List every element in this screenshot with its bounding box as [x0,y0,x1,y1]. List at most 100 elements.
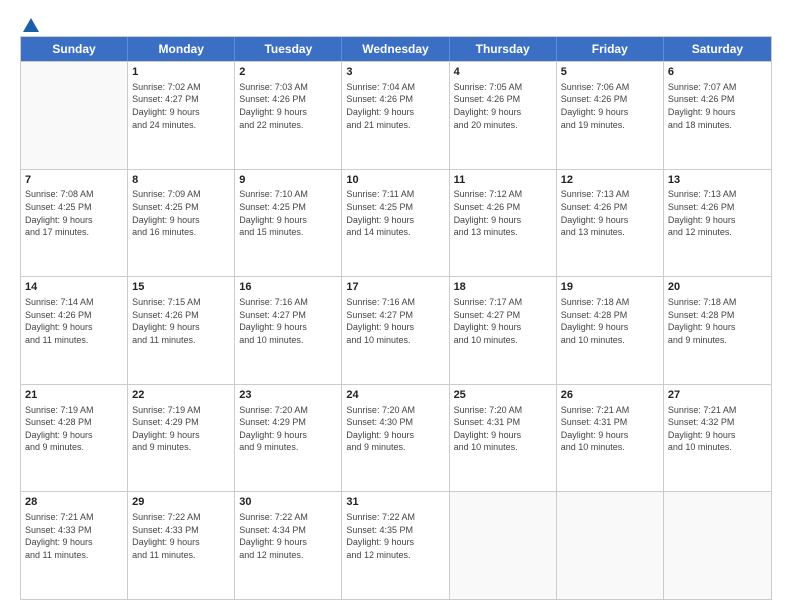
calendar-cell: 25Sunrise: 7:20 AM Sunset: 4:31 PM Dayli… [450,385,557,492]
calendar-cell: 8Sunrise: 7:09 AM Sunset: 4:25 PM Daylig… [128,170,235,277]
calendar-header-cell: Tuesday [235,37,342,61]
calendar-row: 1Sunrise: 7:02 AM Sunset: 4:27 PM Daylig… [21,61,771,169]
cell-info: Sunrise: 7:17 AM Sunset: 4:27 PM Dayligh… [454,296,552,346]
cell-day-number: 16 [239,280,337,295]
calendar-header-cell: Thursday [450,37,557,61]
calendar-header-cell: Friday [557,37,664,61]
calendar-cell: 18Sunrise: 7:17 AM Sunset: 4:27 PM Dayli… [450,277,557,384]
page: SundayMondayTuesdayWednesdayThursdayFrid… [0,0,792,612]
calendar-header: SundayMondayTuesdayWednesdayThursdayFrid… [21,37,771,61]
cell-day-number: 30 [239,495,337,510]
calendar-cell: 1Sunrise: 7:02 AM Sunset: 4:27 PM Daylig… [128,62,235,169]
cell-day-number: 1 [132,65,230,80]
cell-day-number: 5 [561,65,659,80]
calendar-cell: 7Sunrise: 7:08 AM Sunset: 4:25 PM Daylig… [21,170,128,277]
cell-info: Sunrise: 7:12 AM Sunset: 4:26 PM Dayligh… [454,188,552,238]
logo [20,18,40,30]
calendar-row: 21Sunrise: 7:19 AM Sunset: 4:28 PM Dayli… [21,384,771,492]
cell-day-number: 18 [454,280,552,295]
calendar-cell: 4Sunrise: 7:05 AM Sunset: 4:26 PM Daylig… [450,62,557,169]
cell-day-number: 4 [454,65,552,80]
cell-info: Sunrise: 7:20 AM Sunset: 4:29 PM Dayligh… [239,404,337,454]
cell-info: Sunrise: 7:21 AM Sunset: 4:31 PM Dayligh… [561,404,659,454]
cell-day-number: 17 [346,280,444,295]
cell-day-number: 13 [668,173,767,188]
calendar-cell: 27Sunrise: 7:21 AM Sunset: 4:32 PM Dayli… [664,385,771,492]
calendar-cell: 9Sunrise: 7:10 AM Sunset: 4:25 PM Daylig… [235,170,342,277]
cell-info: Sunrise: 7:18 AM Sunset: 4:28 PM Dayligh… [668,296,767,346]
calendar-cell: 2Sunrise: 7:03 AM Sunset: 4:26 PM Daylig… [235,62,342,169]
calendar-cell: 31Sunrise: 7:22 AM Sunset: 4:35 PM Dayli… [342,492,449,599]
cell-info: Sunrise: 7:09 AM Sunset: 4:25 PM Dayligh… [132,188,230,238]
cell-info: Sunrise: 7:21 AM Sunset: 4:33 PM Dayligh… [25,511,123,561]
cell-day-number: 23 [239,388,337,403]
calendar-cell [557,492,664,599]
cell-day-number: 14 [25,280,123,295]
calendar-cell: 14Sunrise: 7:14 AM Sunset: 4:26 PM Dayli… [21,277,128,384]
cell-day-number: 20 [668,280,767,295]
cell-info: Sunrise: 7:15 AM Sunset: 4:26 PM Dayligh… [132,296,230,346]
calendar: SundayMondayTuesdayWednesdayThursdayFrid… [20,36,772,600]
cell-day-number: 3 [346,65,444,80]
cell-info: Sunrise: 7:19 AM Sunset: 4:28 PM Dayligh… [25,404,123,454]
cell-info: Sunrise: 7:16 AM Sunset: 4:27 PM Dayligh… [239,296,337,346]
calendar-cell: 5Sunrise: 7:06 AM Sunset: 4:26 PM Daylig… [557,62,664,169]
logo-icon [22,16,40,34]
cell-day-number: 29 [132,495,230,510]
calendar-cell: 13Sunrise: 7:13 AM Sunset: 4:26 PM Dayli… [664,170,771,277]
calendar-cell [450,492,557,599]
calendar-body: 1Sunrise: 7:02 AM Sunset: 4:27 PM Daylig… [21,61,771,599]
cell-info: Sunrise: 7:20 AM Sunset: 4:30 PM Dayligh… [346,404,444,454]
calendar-row: 7Sunrise: 7:08 AM Sunset: 4:25 PM Daylig… [21,169,771,277]
calendar-row: 14Sunrise: 7:14 AM Sunset: 4:26 PM Dayli… [21,276,771,384]
calendar-cell: 17Sunrise: 7:16 AM Sunset: 4:27 PM Dayli… [342,277,449,384]
cell-day-number: 11 [454,173,552,188]
calendar-header-cell: Saturday [664,37,771,61]
cell-day-number: 24 [346,388,444,403]
cell-info: Sunrise: 7:05 AM Sunset: 4:26 PM Dayligh… [454,81,552,131]
calendar-cell: 3Sunrise: 7:04 AM Sunset: 4:26 PM Daylig… [342,62,449,169]
header [20,18,772,30]
calendar-cell [664,492,771,599]
calendar-header-cell: Monday [128,37,235,61]
cell-info: Sunrise: 7:13 AM Sunset: 4:26 PM Dayligh… [561,188,659,238]
calendar-cell: 16Sunrise: 7:16 AM Sunset: 4:27 PM Dayli… [235,277,342,384]
calendar-cell: 21Sunrise: 7:19 AM Sunset: 4:28 PM Dayli… [21,385,128,492]
calendar-cell: 24Sunrise: 7:20 AM Sunset: 4:30 PM Dayli… [342,385,449,492]
cell-info: Sunrise: 7:08 AM Sunset: 4:25 PM Dayligh… [25,188,123,238]
cell-day-number: 8 [132,173,230,188]
cell-day-number: 27 [668,388,767,403]
cell-info: Sunrise: 7:20 AM Sunset: 4:31 PM Dayligh… [454,404,552,454]
calendar-cell: 22Sunrise: 7:19 AM Sunset: 4:29 PM Dayli… [128,385,235,492]
calendar-header-cell: Sunday [21,37,128,61]
cell-info: Sunrise: 7:18 AM Sunset: 4:28 PM Dayligh… [561,296,659,346]
cell-day-number: 25 [454,388,552,403]
cell-day-number: 19 [561,280,659,295]
calendar-cell: 20Sunrise: 7:18 AM Sunset: 4:28 PM Dayli… [664,277,771,384]
calendar-cell: 12Sunrise: 7:13 AM Sunset: 4:26 PM Dayli… [557,170,664,277]
cell-info: Sunrise: 7:02 AM Sunset: 4:27 PM Dayligh… [132,81,230,131]
cell-day-number: 10 [346,173,444,188]
cell-info: Sunrise: 7:19 AM Sunset: 4:29 PM Dayligh… [132,404,230,454]
cell-info: Sunrise: 7:22 AM Sunset: 4:33 PM Dayligh… [132,511,230,561]
cell-day-number: 2 [239,65,337,80]
cell-info: Sunrise: 7:10 AM Sunset: 4:25 PM Dayligh… [239,188,337,238]
calendar-cell: 28Sunrise: 7:21 AM Sunset: 4:33 PM Dayli… [21,492,128,599]
cell-info: Sunrise: 7:14 AM Sunset: 4:26 PM Dayligh… [25,296,123,346]
calendar-cell: 19Sunrise: 7:18 AM Sunset: 4:28 PM Dayli… [557,277,664,384]
cell-info: Sunrise: 7:04 AM Sunset: 4:26 PM Dayligh… [346,81,444,131]
calendar-cell: 11Sunrise: 7:12 AM Sunset: 4:26 PM Dayli… [450,170,557,277]
cell-day-number: 31 [346,495,444,510]
cell-info: Sunrise: 7:22 AM Sunset: 4:35 PM Dayligh… [346,511,444,561]
calendar-cell: 23Sunrise: 7:20 AM Sunset: 4:29 PM Dayli… [235,385,342,492]
calendar-row: 28Sunrise: 7:21 AM Sunset: 4:33 PM Dayli… [21,491,771,599]
cell-day-number: 22 [132,388,230,403]
cell-info: Sunrise: 7:11 AM Sunset: 4:25 PM Dayligh… [346,188,444,238]
calendar-cell: 6Sunrise: 7:07 AM Sunset: 4:26 PM Daylig… [664,62,771,169]
cell-info: Sunrise: 7:03 AM Sunset: 4:26 PM Dayligh… [239,81,337,131]
cell-info: Sunrise: 7:13 AM Sunset: 4:26 PM Dayligh… [668,188,767,238]
cell-info: Sunrise: 7:21 AM Sunset: 4:32 PM Dayligh… [668,404,767,454]
cell-info: Sunrise: 7:07 AM Sunset: 4:26 PM Dayligh… [668,81,767,131]
calendar-cell: 26Sunrise: 7:21 AM Sunset: 4:31 PM Dayli… [557,385,664,492]
calendar-cell: 10Sunrise: 7:11 AM Sunset: 4:25 PM Dayli… [342,170,449,277]
